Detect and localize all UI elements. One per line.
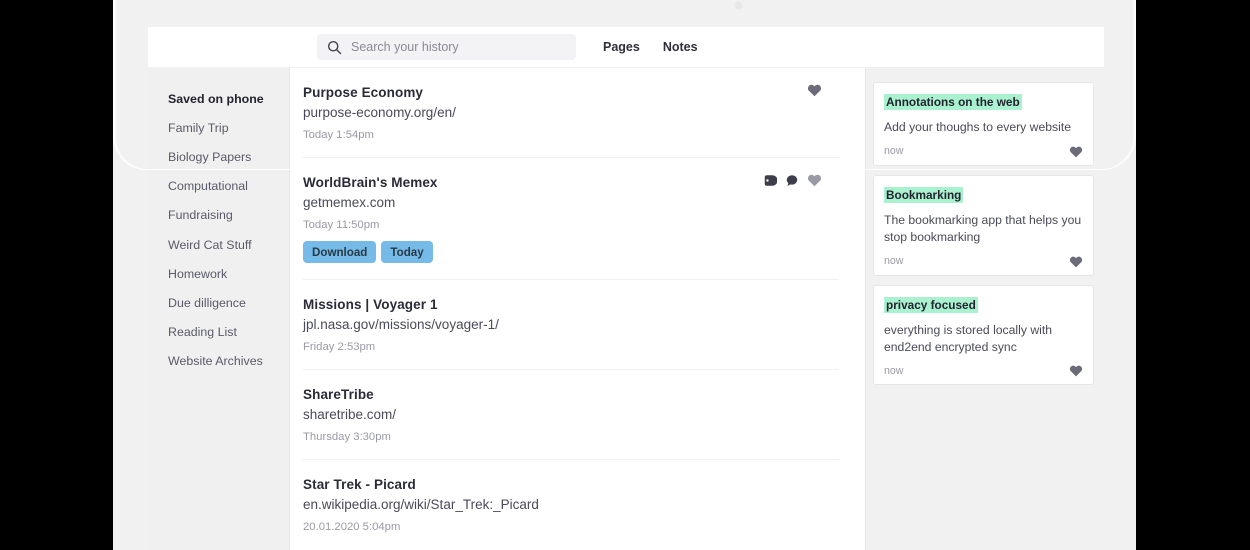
- annotation-time: now: [884, 255, 904, 268]
- sidebar-item-due-dilligence[interactable]: Due dilligence: [168, 288, 289, 317]
- search-box[interactable]: [317, 34, 576, 60]
- letterbox-left: [0, 0, 113, 550]
- annotation-card[interactable]: Bookmarking The bookmarking app that hel…: [873, 174, 1094, 276]
- search-input[interactable]: [351, 40, 566, 54]
- device-body: Pages Notes Saved on phone Family Trip B…: [113, 0, 1136, 550]
- entry-url: jpl.nasa.gov/missions/voyager-1/: [303, 317, 499, 332]
- tab-pages[interactable]: Pages: [603, 40, 640, 54]
- sidebar-item-reading-list[interactable]: Reading List: [168, 318, 289, 347]
- comment-icon[interactable]: [785, 174, 799, 187]
- app-body: Saved on phone Family Trip Biology Paper…: [148, 68, 1104, 550]
- history-list: Purpose Economy purpose-economy.org/en/ …: [290, 68, 865, 550]
- header-tabs: Pages Notes: [603, 40, 698, 54]
- entry-time: Today 1:54pm: [303, 129, 374, 141]
- entry-title: Star Trek - Picard: [303, 477, 416, 492]
- entry-title: Purpose Economy: [303, 85, 424, 100]
- entry-actions: [807, 83, 822, 97]
- entry-time: 20.01.2020 5:04pm: [303, 521, 401, 533]
- heart-icon[interactable]: [807, 83, 822, 97]
- history-entry[interactable]: WorldBrain's Memex getmemex.com Today 11…: [303, 158, 839, 280]
- annotation-comment: The bookmarking app that helps you stop …: [884, 212, 1082, 245]
- annotation-time: now: [884, 364, 904, 377]
- sidebar-item-homework[interactable]: Homework: [168, 259, 289, 288]
- sidebar-item-website-archives[interactable]: Website Archives: [168, 347, 289, 376]
- entry-time: Thursday 3:30pm: [303, 431, 391, 443]
- entry-url: sharetribe.com/: [303, 407, 397, 422]
- entry-title: ShareTribe: [303, 387, 374, 402]
- tag-today[interactable]: Today: [381, 241, 433, 263]
- sidebar: Saved on phone Family Trip Biology Paper…: [148, 68, 290, 550]
- annotation-time: now: [884, 145, 904, 158]
- app-header: Pages Notes: [148, 27, 1104, 68]
- entry-url: purpose-economy.org/en/: [303, 105, 456, 120]
- sidebar-item-family-trip[interactable]: Family Trip: [168, 113, 289, 142]
- entry-title: WorldBrain's Memex: [303, 175, 438, 190]
- letterbox-right: [1136, 0, 1250, 550]
- tab-notes[interactable]: Notes: [663, 40, 698, 54]
- search-icon: [327, 40, 342, 55]
- entry-actions: [763, 173, 822, 187]
- annotation-comment: everything is stored locally with end2en…: [884, 322, 1052, 355]
- sidebar-item-fundraising[interactable]: Fundraising: [168, 201, 289, 230]
- history-entry[interactable]: Missions | Voyager 1 jpl.nasa.gov/missio…: [303, 280, 839, 370]
- entry-url: en.wikipedia.org/wiki/Star_Trek:_Picard: [303, 497, 539, 512]
- memex-app-window: Pages Notes Saved on phone Family Trip B…: [148, 27, 1104, 550]
- annotations-panel: Annotations on the web Add your thoughs …: [865, 68, 1104, 550]
- sidebar-item-biology-papers[interactable]: Biology Papers: [168, 142, 289, 171]
- entry-url: getmemex.com: [303, 195, 396, 210]
- entry-time: Friday 2:53pm: [303, 341, 376, 353]
- sidebar-item-weird-cat-stuff[interactable]: Weird Cat Stuff: [168, 230, 289, 259]
- annotation-highlight: Annotations on the web: [884, 94, 1022, 110]
- tag-icon[interactable]: [763, 174, 777, 187]
- heart-icon[interactable]: [1069, 145, 1083, 158]
- annotation-card[interactable]: Annotations on the web Add your thoughs …: [873, 82, 1094, 166]
- history-entry[interactable]: ShareTribe sharetribe.com/ Thursday 3:30…: [303, 370, 839, 460]
- tag-download[interactable]: Download: [303, 241, 377, 263]
- history-entry[interactable]: Purpose Economy purpose-economy.org/en/ …: [303, 68, 839, 158]
- entry-tags: Download Today: [303, 241, 839, 263]
- sidebar-item-saved-on-phone[interactable]: Saved on phone: [168, 84, 289, 113]
- camera-dot: [734, 1, 743, 10]
- sidebar-item-computational[interactable]: Computational: [168, 172, 289, 201]
- entry-time: Today 11:50pm: [303, 219, 380, 231]
- heart-icon[interactable]: [1069, 255, 1083, 268]
- annotation-highlight: privacy focused: [884, 296, 978, 313]
- device-stage: Pages Notes Saved on phone Family Trip B…: [0, 0, 1250, 550]
- heart-icon[interactable]: [1069, 364, 1083, 377]
- heart-icon[interactable]: [807, 173, 822, 187]
- annotation-card[interactable]: privacy focused everything is stored loc…: [873, 284, 1094, 386]
- entry-title: Missions | Voyager 1: [303, 297, 438, 312]
- annotation-comment: Add your thoughs to every website: [884, 120, 1071, 135]
- annotation-footer: now: [884, 364, 1083, 377]
- annotation-footer: now: [884, 255, 1083, 268]
- history-entry[interactable]: Star Trek - Picard en.wikipedia.org/wiki…: [303, 460, 839, 549]
- annotation-highlight: Bookmarking: [884, 186, 964, 203]
- annotation-footer: now: [884, 145, 1083, 158]
